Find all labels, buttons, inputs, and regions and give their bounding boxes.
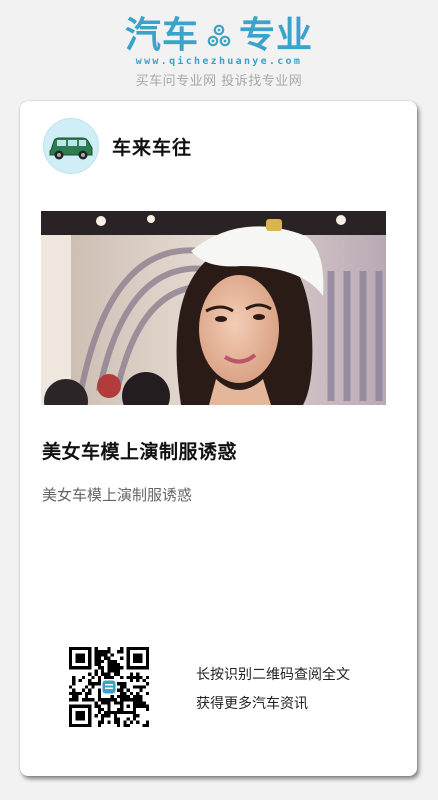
qr-text-line2: 获得更多汽车资讯 [196,696,308,712]
article-summary: 美女车模上演制服诱惑 [42,486,193,504]
site-url: www.qichezhuanye.com [135,56,303,67]
article-hero-image[interactable] [41,211,386,405]
author-info[interactable]: 车来车往 [43,118,192,174]
avatar[interactable] [43,118,99,174]
qr-code[interactable] [69,647,149,727]
logo-text-right: 专业 [239,15,314,56]
gear-icon [207,24,231,47]
article-title[interactable]: 美女车模上演制服诱惑 [42,437,237,464]
article-card: 车来车往 美女车模上演制服诱惑 美女车模上演制服诱惑 长按识别二维码查阅全文 获… [20,101,417,776]
author-name[interactable]: 车来车往 [112,133,192,160]
qr-instructions: 长按识别二维码查阅全文 获得更多汽车资讯 [196,661,350,719]
site-tagline: 买车问专业网 投诉找专业网 [135,74,303,89]
qr-text-line1: 长按识别二维码查阅全文 [196,667,350,683]
qr-center-logo-icon [101,679,117,695]
site-logo[interactable]: 汽车 专业 [0,14,438,58]
car-avatar-icon [49,137,93,160]
brand-header: 汽车 专业 www.qichezhuanye.com 买车问专业网 投诉找专业网 [0,14,438,89]
logo-text-left: 汽车 [124,15,199,56]
